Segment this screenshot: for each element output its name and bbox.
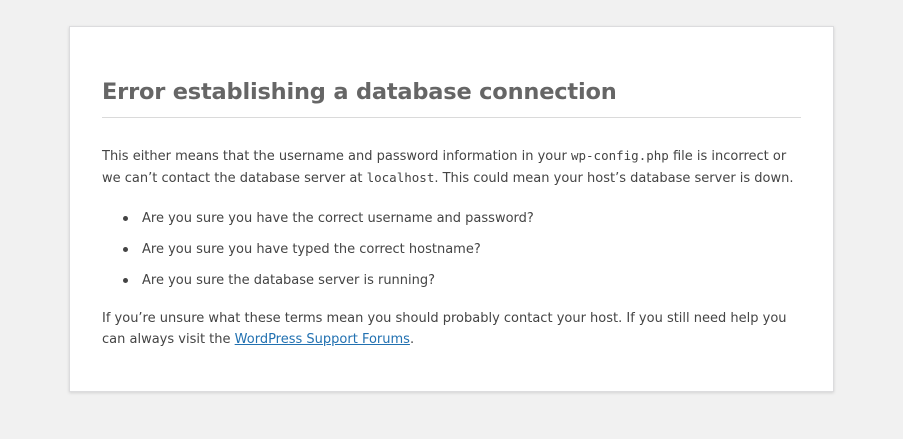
- help-text: If you’re unsure what these terms mean y…: [102, 311, 787, 347]
- bullet-icon: [123, 247, 128, 252]
- database-host: localhost: [366, 170, 435, 185]
- error-description: This either means that the username and …: [102, 145, 801, 189]
- list-item: Are you sure you have typed the correct …: [123, 239, 801, 260]
- troubleshooting-list: Are you sure you have the correct userna…: [102, 208, 801, 291]
- list-item: Are you sure the database server is runn…: [123, 270, 801, 291]
- bullet-icon: [123, 278, 128, 283]
- error-description-part1: This either means that the username and …: [102, 149, 571, 164]
- help-text-end: .: [409, 332, 415, 347]
- error-box: Error establishing a database connection…: [69, 26, 834, 392]
- help-paragraph: If you’re unsure what these terms mean y…: [102, 308, 801, 350]
- support-forums-link[interactable]: WordPress Support Forums: [235, 332, 410, 347]
- question-text: Are you sure the database server is runn…: [142, 273, 436, 288]
- error-title: Error establishing a database connection: [102, 27, 801, 118]
- list-item: Are you sure you have the correct userna…: [123, 208, 801, 229]
- bullet-icon: [123, 216, 128, 221]
- error-description-part3: . This could mean your host’s database s…: [434, 171, 794, 186]
- question-text: Are you sure you have the correct userna…: [142, 211, 534, 226]
- config-filename: wp-config.php: [570, 148, 669, 163]
- question-text: Are you sure you have typed the correct …: [142, 242, 481, 257]
